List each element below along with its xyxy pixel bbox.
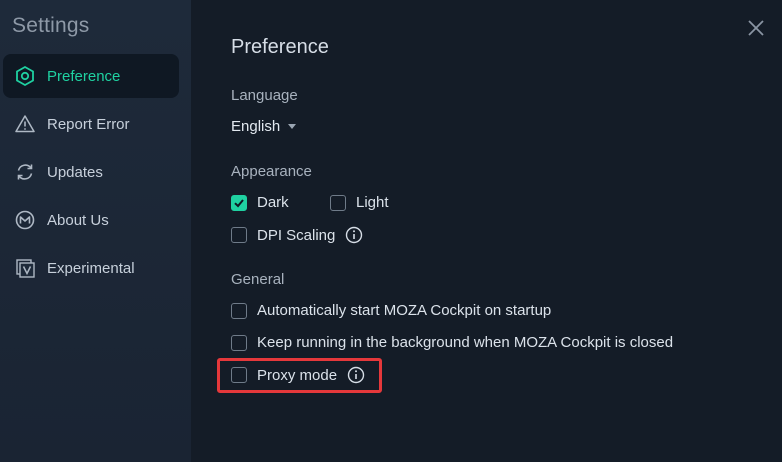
appearance-label: Appearance — [231, 163, 312, 180]
sidebar: Settings Preference Report Error Updates… — [0, 0, 191, 462]
language-value: English — [231, 118, 281, 135]
dark-checkbox[interactable] — [231, 194, 247, 211]
settings-window: Settings Preference Report Error Updates… — [0, 0, 782, 462]
dpi-scaling-label: DPI Scaling — [257, 226, 336, 244]
sidebar-item-label: Report Error — [47, 115, 130, 133]
caret-down-icon — [288, 124, 297, 129]
proxy-mode-highlight-box — [217, 358, 382, 393]
dark-option[interactable]: Dark — [231, 194, 289, 211]
experimental-v-icon — [14, 257, 36, 279]
dpi-scaling-option[interactable]: DPI Scaling — [231, 226, 363, 244]
main-panel: Preference Language English Appearance D… — [191, 0, 782, 462]
page-title: Preference — [231, 36, 329, 58]
sidebar-item-label: Experimental — [47, 259, 135, 277]
sidebar-item-label: About Us — [47, 211, 109, 229]
moza-logo-icon — [14, 209, 36, 231]
hexagon-settings-icon — [14, 65, 36, 87]
sidebar-item-about-us[interactable]: About Us — [3, 198, 179, 242]
light-checkbox[interactable] — [330, 194, 346, 211]
light-label: Light — [356, 194, 389, 211]
sidebar-item-label: Preference — [47, 67, 121, 85]
sidebar-item-updates[interactable]: Updates — [3, 150, 179, 194]
general-label: General — [231, 271, 285, 288]
warning-triangle-icon — [14, 113, 36, 135]
keep-running-label: Keep running in the background when MOZA… — [257, 334, 674, 351]
sidebar-item-experimental[interactable]: Experimental — [3, 246, 179, 290]
sidebar-item-label: Updates — [47, 163, 103, 181]
sidebar-title: Settings — [12, 14, 90, 37]
close-icon[interactable] — [746, 18, 766, 38]
dpi-scaling-checkbox[interactable] — [231, 227, 247, 243]
light-option[interactable]: Light — [330, 194, 389, 211]
auto-start-checkbox[interactable] — [231, 302, 247, 319]
auto-start-option[interactable]: Automatically start MOZA Cockpit on star… — [231, 302, 551, 319]
dark-label: Dark — [257, 194, 289, 211]
auto-start-label: Automatically start MOZA Cockpit on star… — [257, 302, 552, 319]
sidebar-item-preference[interactable]: Preference — [3, 54, 179, 98]
info-icon[interactable] — [345, 226, 363, 244]
language-dropdown[interactable]: English — [231, 118, 297, 135]
refresh-icon — [14, 161, 36, 183]
language-label: Language — [231, 87, 298, 104]
keep-running-checkbox[interactable] — [231, 334, 247, 351]
keep-running-option[interactable]: Keep running in the background when MOZA… — [231, 334, 673, 351]
sidebar-item-report-error[interactable]: Report Error — [3, 102, 179, 146]
checkmark-icon — [234, 198, 244, 207]
